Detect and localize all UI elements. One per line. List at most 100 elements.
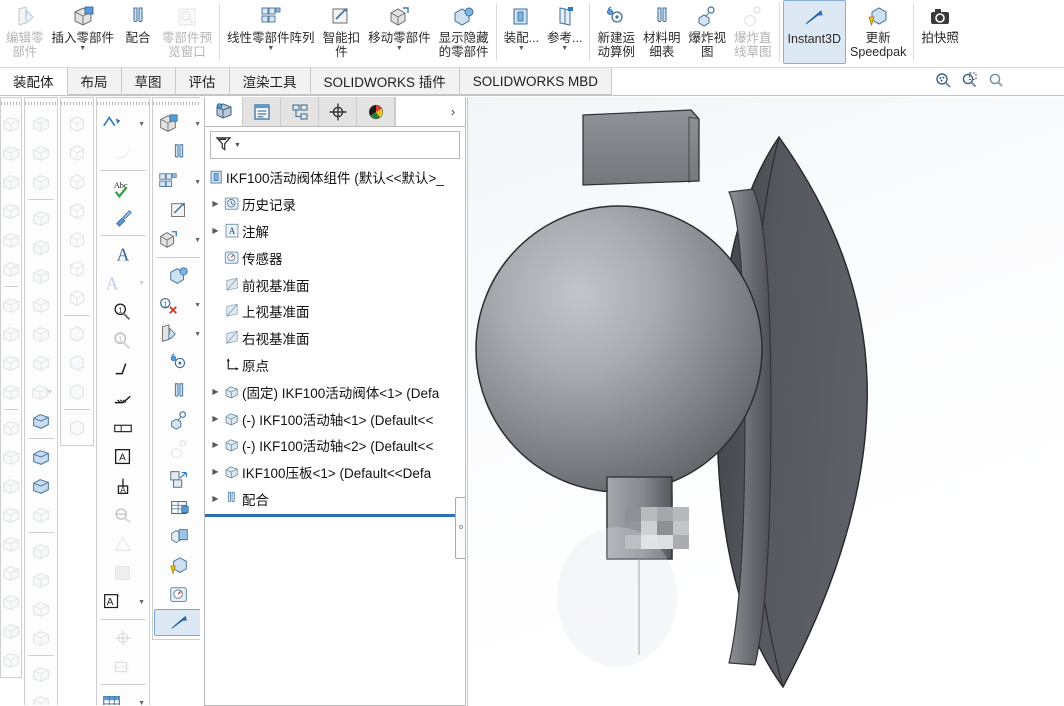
chevron-down-icon[interactable]: ▼ bbox=[79, 46, 86, 52]
toolbar-button-parting-line[interactable] bbox=[26, 442, 56, 471]
ribbon-button-exploded-view[interactable]: 爆炸视 图 bbox=[684, 0, 730, 66]
toolbar-button-rib[interactable] bbox=[2, 254, 20, 283]
chevron-right-icon[interactable]: ▶ bbox=[209, 387, 222, 397]
ribbon-button-mate[interactable]: 配合 bbox=[118, 0, 158, 66]
tree-item[interactable]: ▶IKF100压板<1> (Default<<Defa bbox=[205, 459, 465, 486]
toolbar-button-chamfer[interactable] bbox=[2, 442, 20, 471]
toolbar-button-swept-cut[interactable] bbox=[2, 377, 20, 406]
toolbar-button-speedpak[interactable] bbox=[154, 551, 200, 580]
toolbar-button-ruled-surface[interactable]: ▼ bbox=[26, 377, 56, 406]
toolbar-button-note[interactable]: A bbox=[98, 239, 148, 268]
toolbar-button-block[interactable]: A°▼ bbox=[98, 587, 148, 616]
toolbar-button-replace-components[interactable] bbox=[154, 522, 200, 551]
toolbar-button-geometric-tolerance[interactable]: A bbox=[98, 442, 148, 471]
toolbar-button-surface-finish[interactable] bbox=[98, 355, 148, 384]
tree-item[interactable]: ▶(-) IKF100活动轴<2> (Default<< bbox=[205, 432, 465, 459]
toolbar-button-planar-surface[interactable] bbox=[26, 109, 56, 138]
toolbar-button-core[interactable] bbox=[26, 565, 56, 594]
toolbar-button-filled-surface[interactable] bbox=[26, 290, 56, 319]
chevron-right-icon[interactable]: ▶ bbox=[209, 440, 222, 450]
toolbar-button-swept-boss[interactable] bbox=[2, 167, 20, 196]
toolbar-button-top-view[interactable] bbox=[62, 196, 92, 225]
display-manager-tab[interactable] bbox=[357, 97, 395, 126]
tab-5[interactable]: SOLIDWORKS 插件 bbox=[311, 68, 460, 95]
tree-item[interactable]: ▶A注解 bbox=[205, 218, 465, 245]
tree-item[interactable]: 前视基准面 bbox=[205, 271, 465, 298]
ribbon-button-explode-line-sketch[interactable]: 爆炸直 线草图 bbox=[730, 0, 776, 66]
toolbar-button-tables[interactable]: ▼ bbox=[98, 688, 148, 706]
toolbar-button-insert-components[interactable]: ▼ bbox=[154, 109, 200, 138]
chevron-right-icon[interactable]: ▶ bbox=[209, 494, 222, 504]
ribbon-button-move-component[interactable]: 移动零部件▼ bbox=[364, 0, 435, 66]
ribbon-button-component-preview-window[interactable]: 零部件预 览窗口 bbox=[158, 0, 216, 66]
graphics-area[interactable] bbox=[467, 97, 1064, 706]
toolbar-button-wireframe[interactable] bbox=[62, 319, 92, 348]
dimxpert-manager-tab[interactable] bbox=[319, 97, 357, 126]
tab-6[interactable]: SOLIDWORKS MBD bbox=[460, 68, 612, 95]
toolbar-button-new-motion-study[interactable] bbox=[154, 348, 200, 377]
toolbar-button-sensor-alert[interactable] bbox=[154, 580, 200, 609]
toolbar-button-dome[interactable] bbox=[2, 587, 20, 616]
chevron-down-icon[interactable]: ▼ bbox=[194, 237, 200, 244]
toolbar-button-radiate-surface[interactable] bbox=[26, 688, 56, 706]
toolbar-button-exploded-view[interactable] bbox=[154, 406, 200, 435]
toolbar-button-wrap[interactable] bbox=[2, 616, 20, 645]
toolbar-button-shell[interactable] bbox=[2, 500, 20, 529]
toolbar-button-hole-callout[interactable] bbox=[98, 413, 148, 442]
toolbar-button-parting-surface[interactable] bbox=[26, 500, 56, 529]
toolbar-button-extrude-cut[interactable] bbox=[2, 290, 20, 319]
toolbar-button-move-component[interactable]: ▼ bbox=[154, 225, 200, 254]
chevron-down-icon[interactable]: ▼ bbox=[518, 46, 525, 52]
toolbar-button-chamfer-dimension[interactable] bbox=[98, 138, 148, 167]
toolbar-button-mate[interactable] bbox=[154, 138, 200, 167]
zoom-in-out-icon[interactable] bbox=[987, 72, 1004, 92]
tab-0[interactable]: 装配体 bbox=[0, 68, 68, 95]
chevron-right-icon[interactable]: ▶ bbox=[209, 199, 222, 209]
chevron-down-icon[interactable]: ▼ bbox=[138, 121, 145, 128]
toolbar-button-extruded-surface[interactable] bbox=[26, 138, 56, 167]
toolbar-button-display-style[interactable] bbox=[62, 413, 92, 442]
toolbar-button-offset-surface[interactable] bbox=[26, 348, 56, 377]
tree-item[interactable]: ▶(-) IKF100活动轴<1> (Default<< bbox=[205, 405, 465, 432]
toolbar-button-stacked-note[interactable]: A▼ bbox=[98, 268, 148, 297]
toolbar-button-show-hidden-components[interactable] bbox=[154, 261, 200, 290]
feature-tree-filter[interactable]: ▼ bbox=[210, 131, 460, 159]
toolbar-button-smart-fasteners[interactable] bbox=[154, 196, 200, 225]
toolbar-button-swept-surface[interactable] bbox=[26, 203, 56, 232]
toolbar-button-revolve-boss[interactable] bbox=[2, 138, 20, 167]
toolbar-button-area-hatch[interactable] bbox=[98, 558, 148, 587]
toolbar-button-hole-wizard[interactable] bbox=[2, 319, 20, 348]
toolbar-button-bill-of-materials[interactable] bbox=[154, 377, 200, 406]
toolbar-button-draft[interactable] bbox=[2, 471, 20, 500]
toolbar-button-revolve-cut[interactable] bbox=[2, 348, 20, 377]
toolbar-button-move-face[interactable] bbox=[26, 659, 56, 688]
tree-item[interactable]: ▶(固定) IKF100活动阀体<1> (Defa bbox=[205, 378, 465, 405]
zoom-to-fit-icon[interactable] bbox=[935, 72, 952, 92]
toolbar-button-center-mark[interactable] bbox=[98, 623, 148, 652]
toolbar-button-pattern[interactable] bbox=[2, 529, 20, 558]
ribbon-button-linear-component-pattern[interactable]: 线性零部件阵列▼ bbox=[223, 0, 319, 66]
toolbar-button-smart-dimension[interactable]: ▼ bbox=[98, 109, 148, 138]
tree-item[interactable]: 传感器 bbox=[205, 244, 465, 271]
toolbar-button-shaded[interactable] bbox=[62, 377, 92, 406]
chevron-down-icon[interactable]: ▼ bbox=[138, 280, 145, 287]
toolbar-button-spell-checker[interactable]: Abc bbox=[98, 174, 148, 203]
chevron-down-icon[interactable]: ▼ bbox=[194, 331, 200, 338]
toolbar-button-front-view[interactable] bbox=[62, 167, 92, 196]
model-3d-view[interactable] bbox=[467, 97, 1064, 706]
chevron-down-icon[interactable]: ▼ bbox=[194, 121, 200, 128]
toolbar-button-mold-tools[interactable] bbox=[26, 406, 56, 435]
toolbar-button-weld-symbol[interactable] bbox=[98, 384, 148, 413]
tree-item[interactable]: ▶配合 bbox=[205, 486, 465, 513]
property-manager-tab[interactable] bbox=[243, 97, 281, 126]
toolbar-button-format-painter[interactable] bbox=[98, 203, 148, 232]
toolbar-button-boundary-boss[interactable] bbox=[2, 225, 20, 254]
tab-2[interactable]: 草图 bbox=[122, 68, 176, 95]
chevron-right-icon[interactable]: ▶ bbox=[209, 414, 222, 424]
chevron-down-icon[interactable]: ▼ bbox=[267, 46, 274, 52]
toolbar-button-view-orientation[interactable] bbox=[62, 109, 92, 138]
toolbar-drag-grip[interactable] bbox=[1, 100, 21, 107]
ribbon-button-reference-geometry[interactable]: 参考...▼ bbox=[543, 0, 586, 66]
toolbar-button-flex[interactable] bbox=[2, 645, 20, 674]
rollback-bar[interactable] bbox=[205, 514, 463, 517]
